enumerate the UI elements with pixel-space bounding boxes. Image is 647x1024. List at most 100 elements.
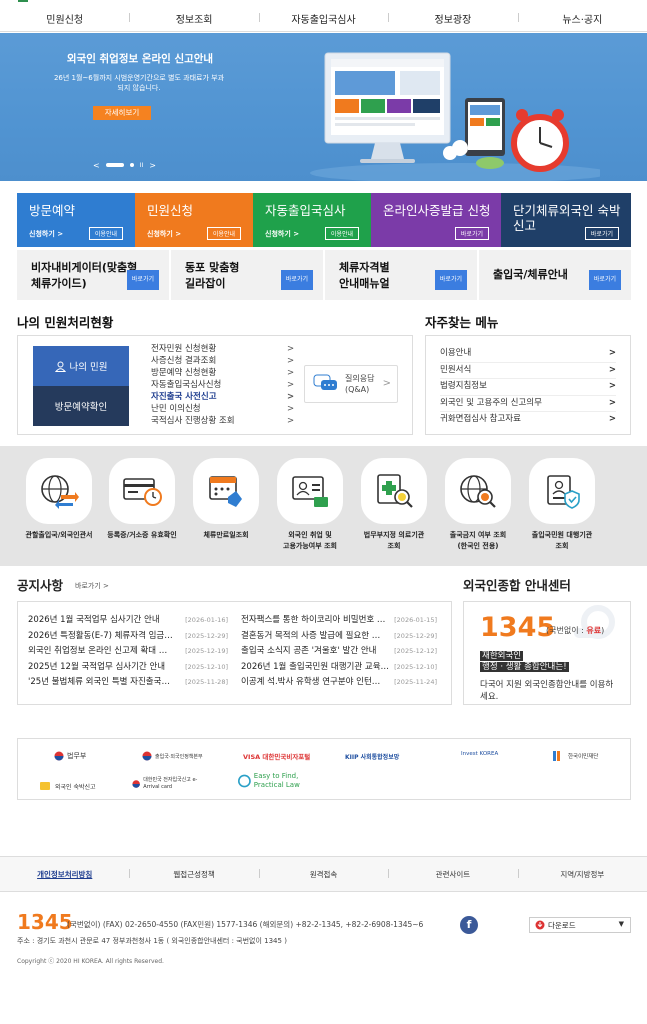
subtile-shortcut-button[interactable]: 바로가기 xyxy=(434,270,467,290)
faq-link[interactable]: 법령지침정보 > xyxy=(440,379,616,396)
foreigner-lodging-logo[interactable]: 외국인 숙박신고 xyxy=(40,779,96,793)
hero-banner[interactable]: 외국인 취업정보 온라인 신고안내 26년 1월~6월까지 시범운영기간으로 별… xyxy=(0,33,647,181)
quick-service-label: 관할출입국/외국인관서 xyxy=(21,530,97,541)
korea-immigration-foundation-logo[interactable]: 한국이민재단 xyxy=(553,749,598,763)
notice-item[interactable]: 외국인 취업정보 온라인 신고제 확대 … [2025-12-19] xyxy=(28,644,228,660)
notice-item[interactable]: 이공계 석.박사 유학생 연구분야 인턴… [2025-11-24] xyxy=(241,675,437,691)
slider-indicator[interactable] xyxy=(129,163,134,167)
qa-label-line: (Q&A) xyxy=(345,385,370,394)
partner-label: 한국이민재단 xyxy=(568,754,599,760)
notice-item[interactable]: 결혼동거 목적의 사증 발급에 필요한 … [2025-12-29] xyxy=(241,629,437,645)
easy-law-logo[interactable]: Easy to Find, Practical Law xyxy=(238,772,328,789)
notice-item[interactable]: 2026년 특정활동(E-7) 체류자격 임금… [2025-12-29] xyxy=(28,629,228,645)
call-center-panel[interactable]: 1345 (국번없이 : 유료) 재한외국인 행정 · 생활 종합안내는! 다국… xyxy=(463,601,631,705)
notice-item[interactable]: 전자팩스를 통한 하이코리아 비밀번호 … [2026-01-15] xyxy=(241,613,437,629)
taegeuk-icon xyxy=(54,751,64,761)
notice-date: [2026-01-15] xyxy=(394,616,437,624)
tile-apply-link[interactable]: 신청하기 > xyxy=(265,229,299,239)
subtile-visa-navigator[interactable]: 비자내비게이터(맞춤형 체류가이드) 바로가기 xyxy=(17,250,169,300)
tile-smart-entry[interactable]: 자동출입국심사 신청하기 > 이용안내 xyxy=(253,193,371,247)
partner-label: 출입국·외국인정책본부 xyxy=(155,753,203,760)
notice-item[interactable]: 2025년 12월 국적업무 심사기간 안내 [2025-12-10] xyxy=(28,660,228,676)
status-link[interactable]: 사증신청 결과조회 > xyxy=(151,355,294,367)
download-select-label: 다운로드 xyxy=(548,920,576,930)
privacy-policy-link[interactable]: 개인정보처리방침 xyxy=(0,869,129,880)
tile-shortcut-button[interactable]: 바로가기 xyxy=(584,227,619,240)
status-link[interactable]: 난민 이의신청 > xyxy=(151,403,294,415)
nav-item-info-square[interactable]: 정보광장 xyxy=(388,11,517,26)
nav-item-news-notice[interactable]: 뉴스·공지 xyxy=(517,11,647,26)
tile-guide-button[interactable]: 이용안내 xyxy=(88,227,123,240)
tile-civil-application[interactable]: 민원신청 신청하기 > 이용안내 xyxy=(135,193,253,247)
hero-detail-button[interactable]: 자세히보기 xyxy=(93,106,151,120)
quick-service-employment[interactable]: 외국인 취업 및 고용가능여부 조회 xyxy=(272,458,348,552)
quick-service-label-line: 출국금지 여부 조회 xyxy=(449,531,507,539)
tile-title: 자동출입국심사 xyxy=(265,203,346,218)
qa-button[interactable]: 질의응답 (Q&A) > xyxy=(304,365,398,403)
quick-service-exit-ban[interactable]: 출국금지 여부 조회 (한국인 전용) xyxy=(440,458,516,552)
my-application-label: 나의 민원 xyxy=(69,362,108,373)
notice-more-link[interactable]: 바로가기 > xyxy=(75,581,109,591)
status-link[interactable]: 자동출입국심사신청 > xyxy=(151,379,294,391)
faq-link[interactable]: 민원서식 > xyxy=(440,363,616,379)
my-application-button[interactable]: 나의 민원 xyxy=(33,346,129,386)
kiip-logo[interactable]: KIIP 사회통합정보망 xyxy=(345,749,399,763)
chevron-right-icon: > xyxy=(287,368,295,378)
notice-item[interactable]: '25년 불법체류 외국인 특별 자진출국… [2025-11-28] xyxy=(28,675,228,691)
status-link[interactable]: 방문예약 신청현황 > xyxy=(151,367,295,379)
accessibility-policy-link[interactable]: 웹접근성정책 xyxy=(129,868,258,880)
tile-shortcut-button[interactable]: 바로가기 xyxy=(454,227,489,240)
subtile-shortcut-button[interactable]: 바로가기 xyxy=(588,270,621,290)
status-link-label: 전자민원 신청현황 xyxy=(151,344,217,354)
chevron-right-icon: > xyxy=(287,344,295,354)
download-icon xyxy=(535,920,545,930)
notice-list-left: 2026년 1월 국적업무 심사기간 안내 [2026-01-16] 2026년 … xyxy=(28,613,228,691)
nav-item-info-inquiry[interactable]: 정보조회 xyxy=(129,11,258,26)
status-link-active[interactable]: 자진출국 사전신고 > xyxy=(151,391,294,403)
visit-reservation-check-button[interactable]: 방문예약확인 xyxy=(33,386,129,426)
status-link[interactable]: 국적심사 진행상황 조회 > xyxy=(151,415,294,427)
invest-korea-logo[interactable]: Invest KOREA xyxy=(461,747,501,761)
slider-pause-button[interactable]: II xyxy=(140,162,144,169)
remote-access-link[interactable]: 원격접속 xyxy=(258,868,388,880)
ministry-of-justice-logo[interactable]: 법무부 xyxy=(54,749,86,763)
download-select[interactable]: 다운로드 ▼ xyxy=(529,917,631,933)
faq-link[interactable]: 외국인 및 고용주의 신고의무 > xyxy=(440,396,616,412)
tile-apply-link[interactable]: 신청하기 > xyxy=(147,229,181,239)
immigration-policy-logo[interactable]: 출입국·외국인정책본부 xyxy=(142,749,203,763)
quick-service-proxy-agency[interactable]: 출입국민원 대행기관 조회 xyxy=(524,458,600,552)
quick-service-jurisdiction[interactable]: 관할출입국/외국인관서 xyxy=(21,458,97,541)
local-government-link[interactable]: 지역/지방정부 xyxy=(517,868,647,880)
slider-next-button[interactable]: > xyxy=(149,161,156,170)
tile-guide-button[interactable]: 이용안내 xyxy=(324,227,359,240)
subtile-shortcut-button[interactable]: 바로가기 xyxy=(280,270,313,290)
tile-online-visa[interactable]: 온라인사증발급 신청 바로가기 xyxy=(371,193,501,247)
subtile-status-manual[interactable]: 체류자격별 안내매뉴얼 바로가기 xyxy=(323,250,477,300)
nav-item-civil-application[interactable]: 민원신청 xyxy=(0,11,129,26)
quick-service-expiry-date[interactable]: 체류만료일조회 xyxy=(188,458,264,541)
quick-service-label-line: (한국인 전용) xyxy=(457,542,499,550)
hikorea-logo[interactable] xyxy=(18,0,98,4)
slider-prev-button[interactable]: < xyxy=(93,161,100,170)
nav-item-smart-entry[interactable]: 자동출입국심사 xyxy=(258,11,388,26)
status-link[interactable]: 전자민원 신청현황 > xyxy=(151,343,295,355)
related-sites-link[interactable]: 관련사이트 xyxy=(388,868,517,880)
visa-portal-logo[interactable]: VISA 대한민국비자포털 xyxy=(243,749,310,763)
e-arrival-logo[interactable]: 대한민국 전자입국신고 e-Arrival card xyxy=(132,777,212,791)
slider-indicator-active[interactable] xyxy=(105,163,124,167)
notice-item[interactable]: 2026년 1월 국적업무 심사기간 안내 [2026-01-16] xyxy=(28,613,228,629)
notice-item[interactable]: 2026년 1월 출입국민원 대행기관 교육… [2025-12-10] xyxy=(241,660,437,676)
subtile-shortcut-button[interactable]: 바로가기 xyxy=(126,270,159,290)
subtile-compatriot-guide[interactable]: 동포 맞춤형 길라잡이 바로가기 xyxy=(169,250,323,300)
faq-link[interactable]: 이용안내 > xyxy=(440,346,616,363)
tile-visit-reservation[interactable]: 방문예약 신청하기 > 이용안내 xyxy=(17,193,135,247)
faq-link[interactable]: 귀화면접심사 참고자료 > xyxy=(440,412,616,428)
quick-service-card-validity[interactable]: 등록증/거소증 유효확인 xyxy=(104,458,180,541)
notice-item[interactable]: 출입국 소식지 공존 '겨울호' 발간 안내 [2025-12-12] xyxy=(241,644,437,660)
tile-apply-link[interactable]: 신청하기 > xyxy=(29,229,63,239)
facebook-icon[interactable]: f xyxy=(460,916,478,934)
subtile-immigration-guide[interactable]: 출입국/체류안내 바로가기 xyxy=(477,250,631,300)
tile-short-stay-lodging[interactable]: 단기체류외국인 숙박신고 바로가기 xyxy=(501,193,631,247)
tile-guide-button[interactable]: 이용안내 xyxy=(206,227,241,240)
quick-service-medical-institution[interactable]: 법무부지정 의료기관 조회 xyxy=(356,458,432,552)
